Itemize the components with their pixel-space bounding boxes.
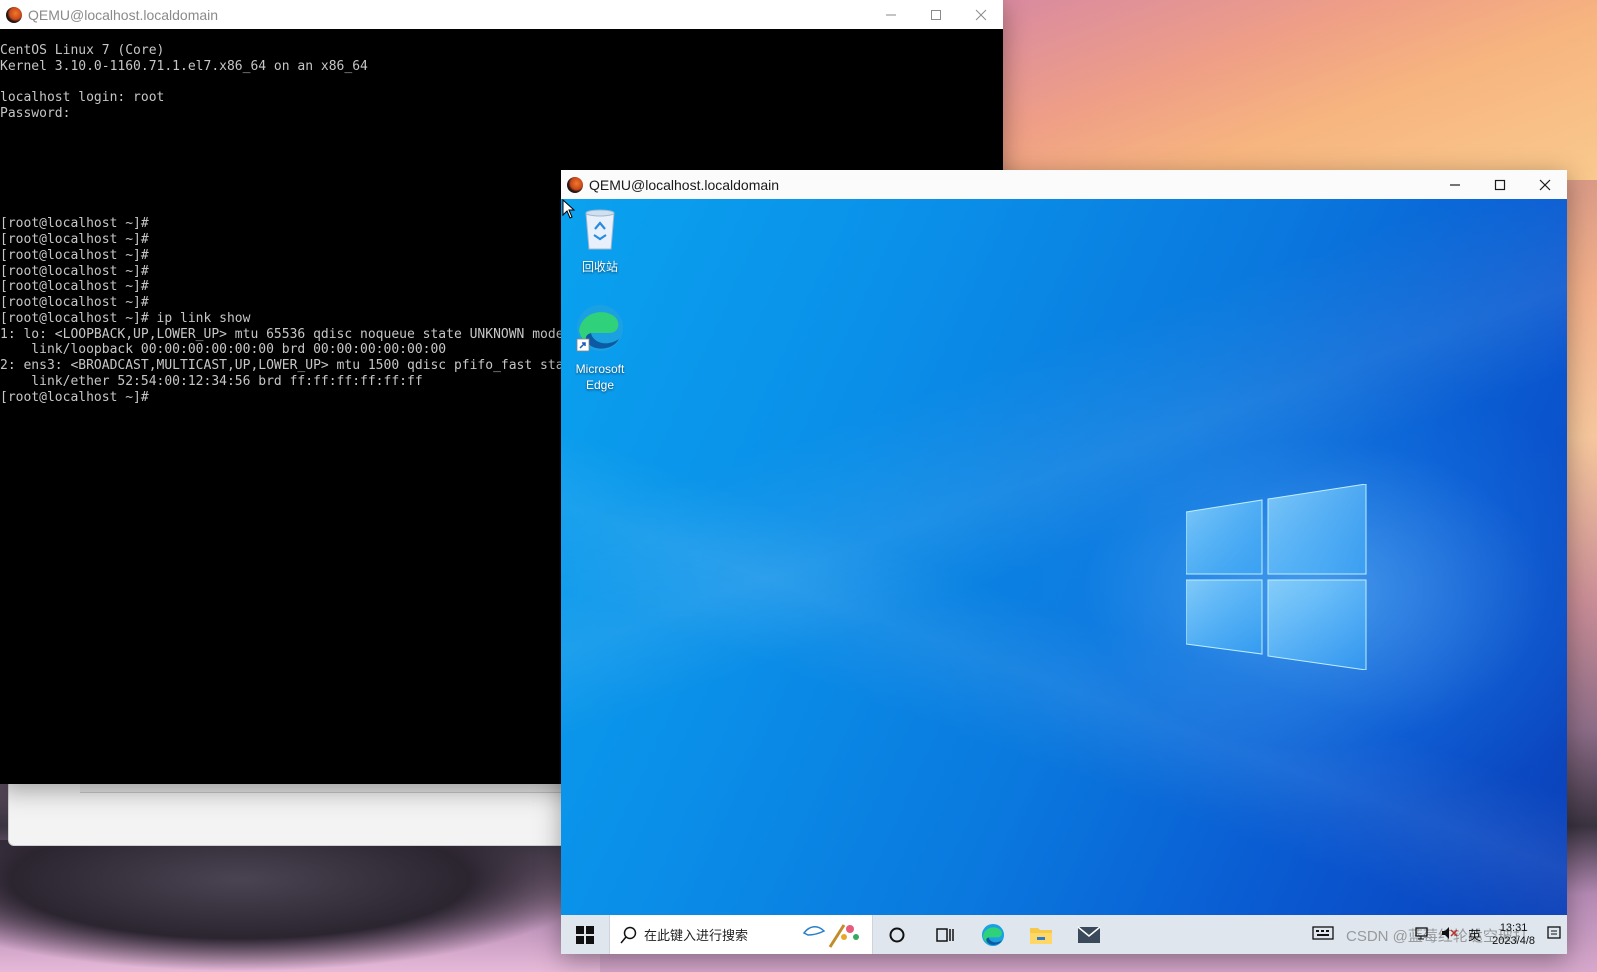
task-view-button[interactable]: [921, 915, 969, 954]
minimize-icon: [885, 14, 896, 15]
task-view-icon: [936, 927, 954, 942]
close-button[interactable]: [958, 0, 1003, 29]
file-explorer-button[interactable]: [1017, 915, 1065, 954]
input-method-indicator[interactable]: 英: [1468, 925, 1481, 944]
mouse-cursor-icon: [562, 199, 576, 219]
minimize-icon: [1449, 183, 1460, 186]
maximize-icon: [1494, 179, 1505, 190]
wallpaper-rocks: [0, 840, 600, 972]
windows-desktop[interactable]: 回收站 Microsoft Edge: [561, 199, 1567, 915]
vm-titlebar[interactable]: QEMU@localhost.localdomain: [561, 170, 1567, 199]
terminal-titlebar[interactable]: QEMU@localhost.localdomain: [0, 0, 1003, 29]
system-tray: 英 13:31 2023/4/8: [1307, 915, 1567, 954]
clock[interactable]: 13:31 2023/4/8: [1492, 922, 1535, 948]
desktop-icon-label: 回收站: [581, 260, 618, 274]
folder-icon: [1030, 927, 1052, 944]
windows-start-icon: [576, 925, 594, 944]
maximize-icon: [930, 9, 941, 20]
window-title: QEMU@localhost.localdomain: [589, 176, 780, 193]
windows-logo: [1186, 484, 1367, 670]
minimize-button[interactable]: [868, 0, 913, 29]
start-button[interactable]: [561, 915, 609, 954]
mail-icon: [1077, 925, 1101, 943]
window-title: QEMU@localhost.localdomain: [28, 6, 219, 23]
clock-time: 13:31: [1499, 921, 1528, 934]
terminal-line: localhost login: root: [0, 90, 165, 106]
cortana-icon: [889, 927, 905, 942]
edge-taskbar-button[interactable]: [969, 915, 1017, 954]
qemu-icon: [6, 6, 22, 23]
network-icon[interactable]: [1414, 925, 1430, 944]
terminal-line: CentOS Linux 7 (Core): [0, 43, 165, 58]
clock-date: 2023/4/8: [1492, 934, 1535, 947]
taskbar-search-box[interactable]: 在此键入进行搜索: [609, 915, 873, 954]
qemu-icon: [567, 176, 583, 193]
keyboard-icon[interactable]: [1312, 925, 1334, 944]
mail-button[interactable]: [1065, 915, 1113, 954]
wallpaper-sky: [1000, 0, 1597, 180]
taskbar: 在此键入进行搜索 CSDN @蓝莓红轮哒空玻打 英 13:31 2023/4/8: [561, 915, 1567, 954]
edge-icon: [561, 303, 640, 357]
close-icon: [975, 9, 986, 20]
desktop-icon-label: Microsoft Edge: [575, 362, 625, 392]
close-icon: [1539, 179, 1550, 190]
edge-icon: [981, 923, 1005, 946]
maximize-button[interactable]: [1477, 170, 1522, 199]
volume-muted-icon[interactable]: [1440, 925, 1458, 944]
light-beam: [561, 199, 1567, 915]
desktop-icon-edge[interactable]: Microsoft Edge: [561, 303, 640, 393]
terminal-line: Password:: [0, 106, 71, 121]
maximize-button[interactable]: [913, 0, 958, 29]
minimize-button[interactable]: [1432, 170, 1477, 199]
notifications-icon[interactable]: [1546, 925, 1562, 944]
terminal-line: Kernel 3.10.0-1160.71.1.el7.x86_64 on an…: [0, 58, 368, 74]
vm-window[interactable]: QEMU@localhost.localdomain 回收站 Microsoft…: [561, 170, 1567, 954]
cortana-button[interactable]: [873, 915, 921, 954]
search-highlight-icon: [802, 924, 859, 948]
close-button[interactable]: [1522, 170, 1567, 199]
search-icon: [620, 926, 637, 943]
search-placeholder: 在此键入进行搜索: [644, 928, 749, 943]
